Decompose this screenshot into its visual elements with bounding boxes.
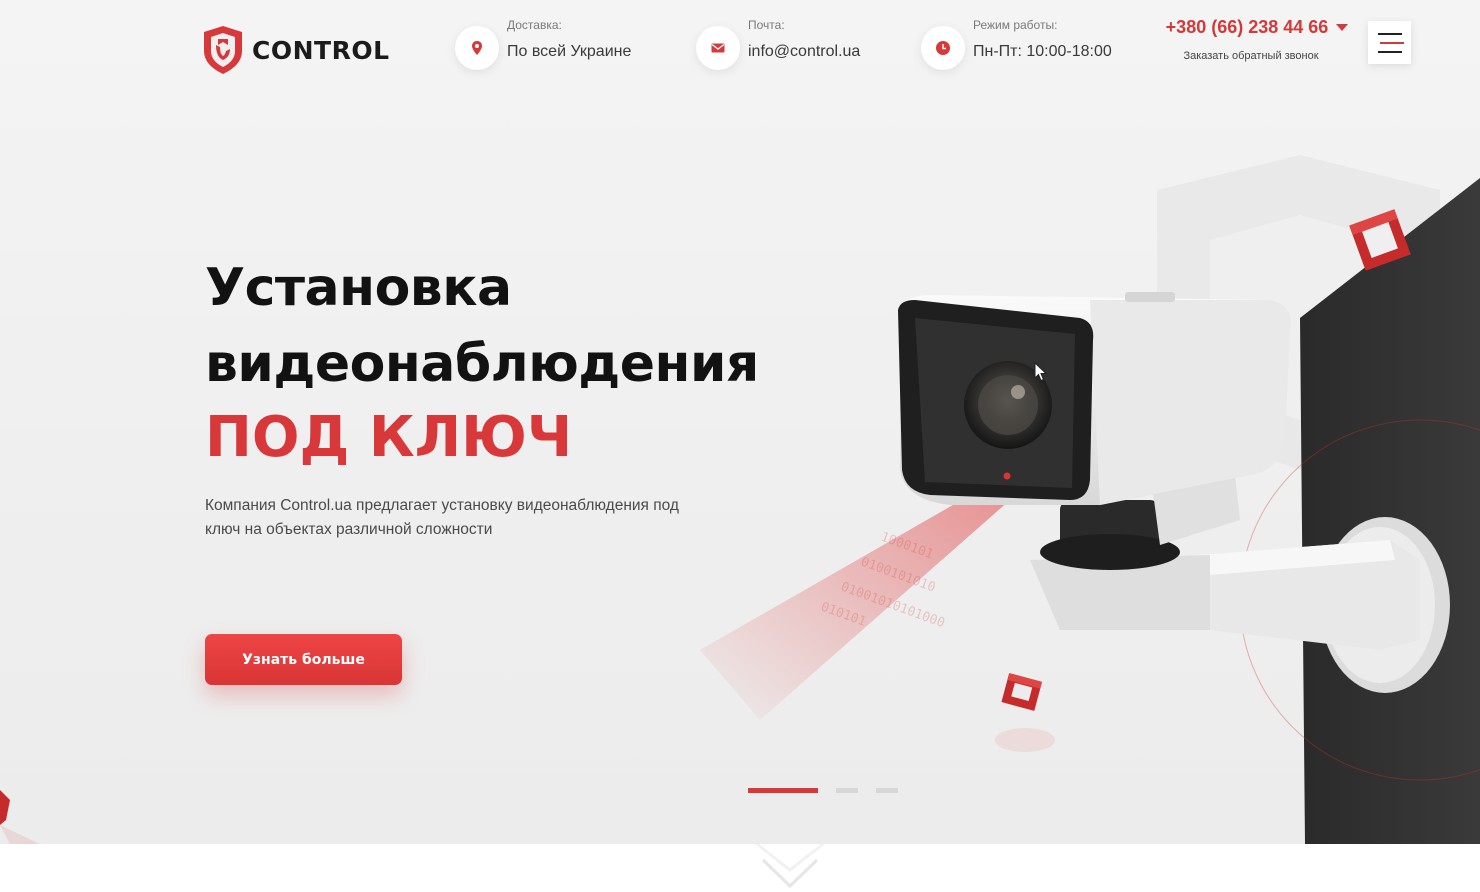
learn-more-button[interactable]: Узнать больше bbox=[205, 634, 402, 685]
hours-value: Пн-Пт: 10:00-18:00 bbox=[973, 43, 1112, 60]
chevron-down-icon[interactable] bbox=[1336, 24, 1349, 31]
phone-number[interactable]: +380 (66) 238 44 66 bbox=[1166, 17, 1329, 38]
hero-description: Компания Control.ua предлагает установку… bbox=[205, 497, 679, 538]
mouse-cursor-icon bbox=[1034, 362, 1048, 382]
hero-section: 1000101 0100101010 01001010101000 010101 bbox=[0, 0, 1480, 844]
hours-label: Режим работы: bbox=[973, 18, 1058, 32]
scroll-down-chevron-icon[interactable] bbox=[755, 842, 825, 892]
location-pin-icon bbox=[455, 26, 499, 70]
mail-link[interactable]: info@control.ua bbox=[748, 43, 860, 61]
callback-link[interactable]: Заказать обратный звонок bbox=[1145, 50, 1357, 62]
hero-title-line2: видеонаблюдения bbox=[205, 334, 759, 394]
hamburger-menu-icon[interactable] bbox=[1368, 21, 1411, 64]
phone-dropdown[interactable]: +380 (66) 238 44 66 bbox=[1166, 17, 1349, 38]
hero-title: Установка видеонаблюдения ПОД КЛЮЧ bbox=[205, 250, 845, 474]
slide-dot-3[interactable] bbox=[876, 788, 898, 793]
mail-label: Почта: bbox=[748, 18, 785, 32]
delivery-value: По всей Украине bbox=[507, 43, 632, 60]
shield-logo-icon bbox=[204, 26, 242, 74]
slide-dot-1[interactable] bbox=[748, 788, 818, 793]
logo-text: CONTROL bbox=[252, 35, 390, 65]
hero-title-accent: ПОД КЛЮЧ bbox=[205, 405, 573, 470]
slide-dot-2[interactable] bbox=[836, 788, 858, 793]
slider-pagination bbox=[748, 788, 898, 793]
delivery-info: Доставка: По всей Украине bbox=[455, 18, 631, 70]
hero-title-line1: Установка bbox=[205, 258, 512, 318]
delivery-label: Доставка: bbox=[507, 18, 562, 32]
logo[interactable]: CONTROL bbox=[202, 25, 390, 75]
hours-info: Режим работы: Пн-Пт: 10:00-18:00 bbox=[921, 18, 1112, 70]
envelope-icon bbox=[696, 26, 740, 70]
mail-info: Почта: info@control.ua bbox=[696, 18, 860, 70]
phone-block: +380 (66) 238 44 66 Заказать обратный зв… bbox=[1157, 17, 1357, 62]
clock-icon bbox=[921, 26, 965, 70]
